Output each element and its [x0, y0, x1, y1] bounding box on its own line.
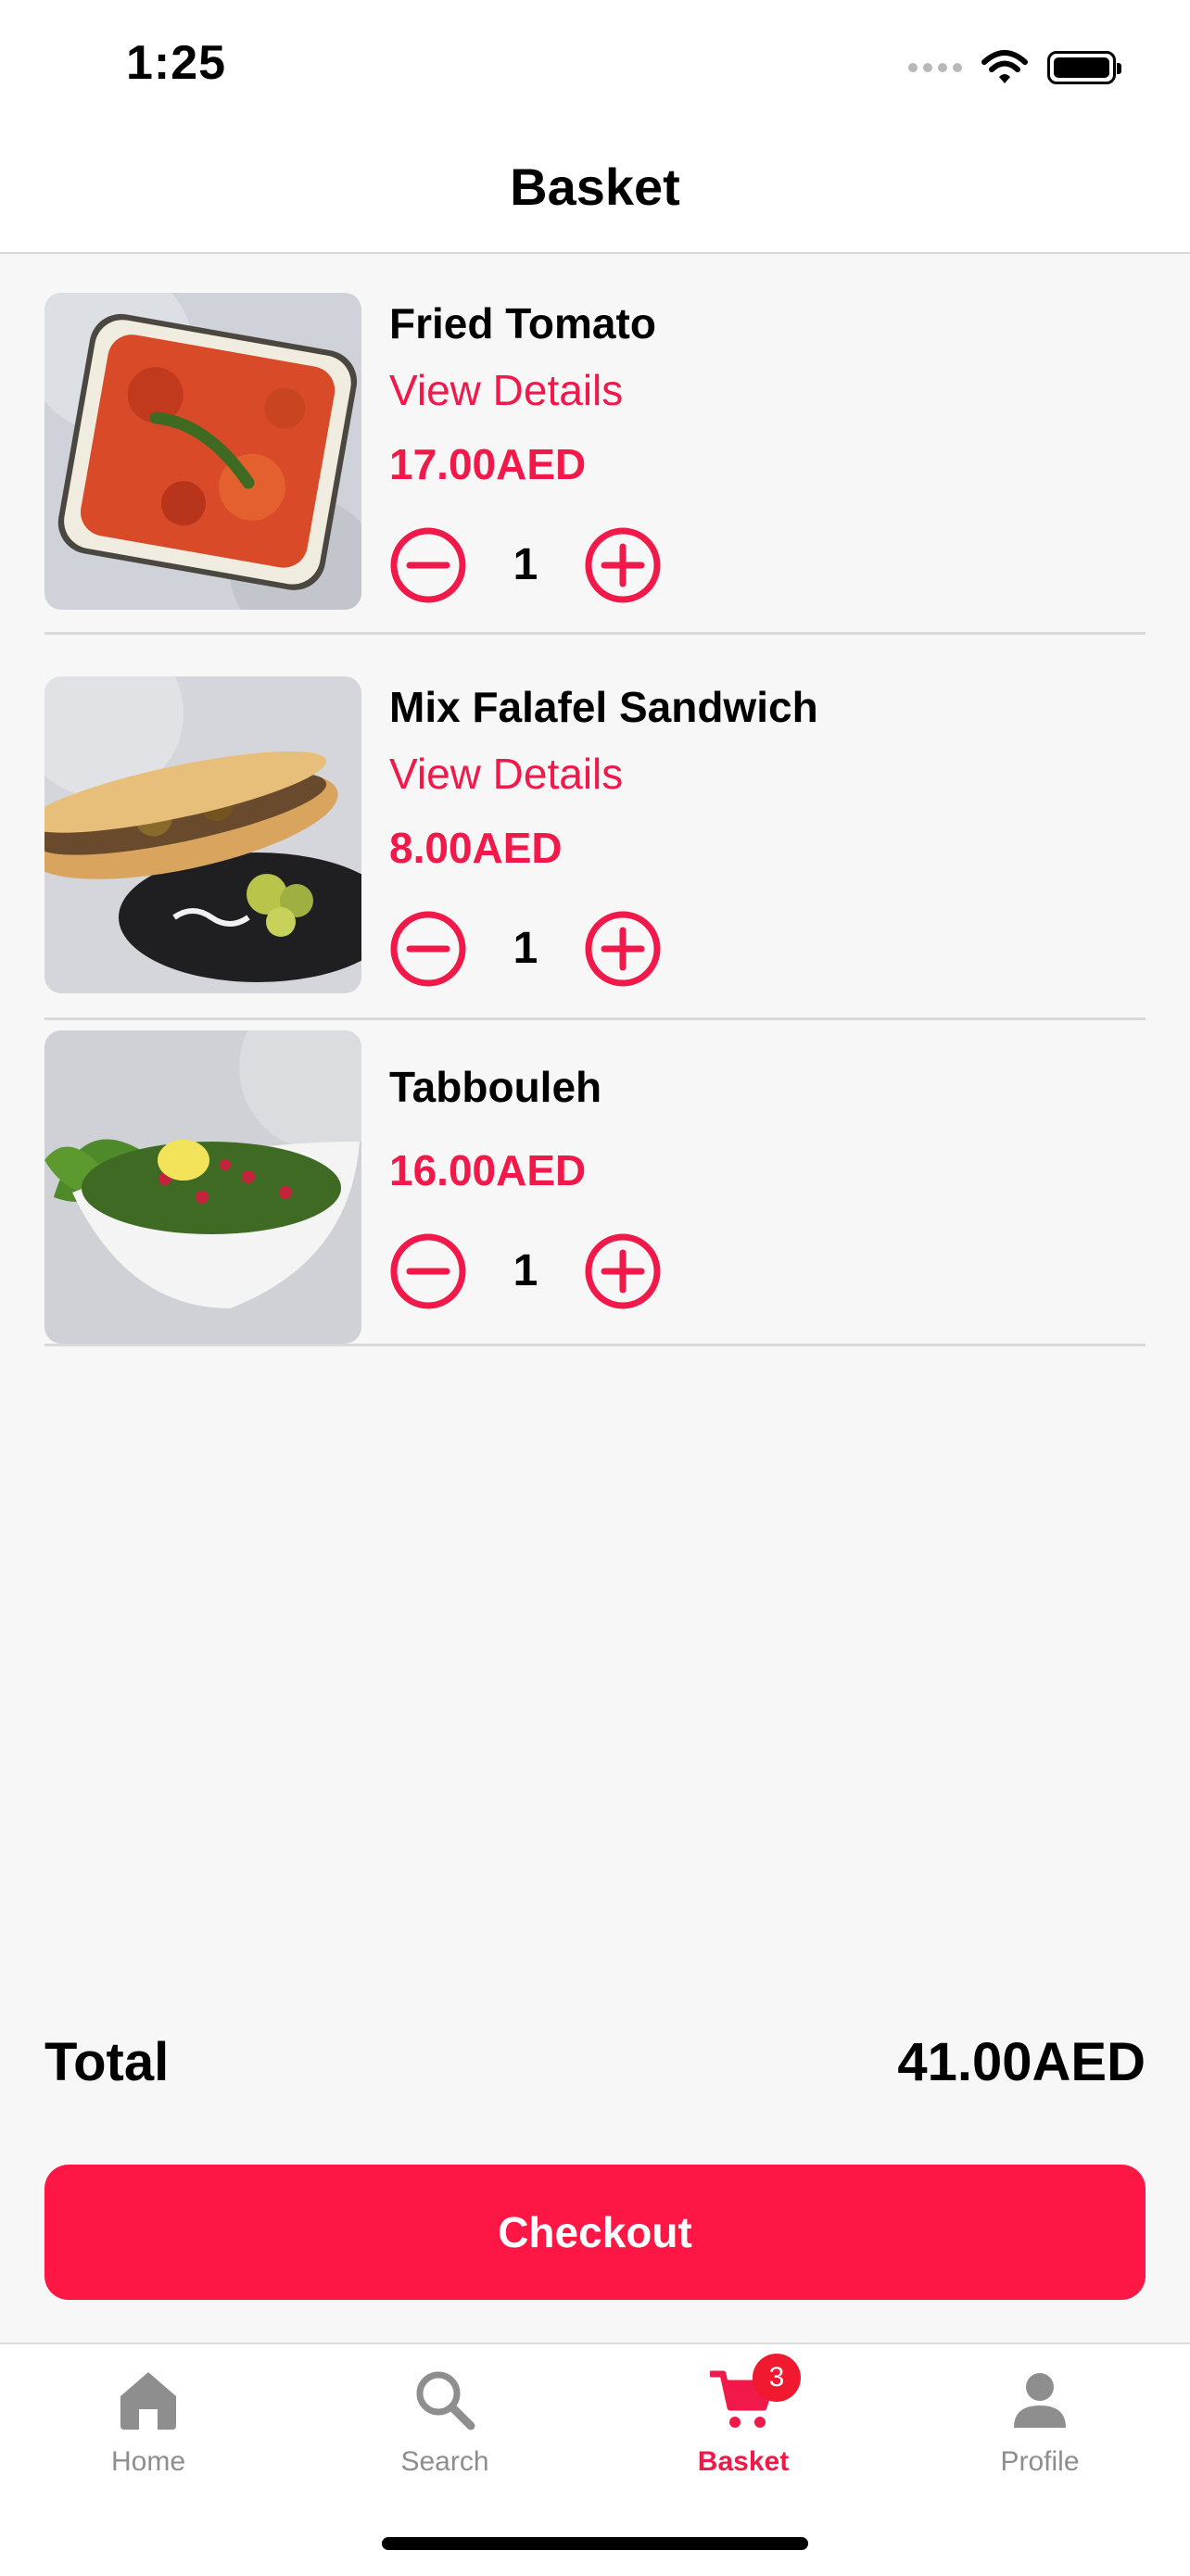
cellular-signal-icon: [908, 63, 962, 72]
page-title: Basket: [510, 157, 680, 216]
cart-count-badge: 3: [753, 2354, 801, 2402]
quantity-value: 1: [513, 924, 538, 973]
item-name: Fried Tomato: [389, 299, 656, 347]
battery-icon: [1047, 51, 1121, 84]
tab-label: Profile: [1000, 2446, 1080, 2477]
status-bar: 1:25: [0, 0, 1190, 139]
basket-item: Tabbouleh 16.00AED 1: [44, 1030, 1146, 1346]
header: Basket: [0, 139, 1190, 254]
decrease-quantity-button[interactable]: [389, 1232, 467, 1310]
tab-profile[interactable]: Profile: [947, 2367, 1133, 2506]
item-image: [44, 1030, 361, 1344]
tab-label: Search: [400, 2446, 489, 2477]
quantity-stepper: 1: [389, 1232, 667, 1310]
decrease-quantity-button[interactable]: [389, 526, 467, 604]
home-indicator[interactable]: [382, 2537, 808, 2550]
decrease-quantity-button[interactable]: [389, 910, 467, 988]
item-image: [44, 293, 361, 610]
tab-search[interactable]: Search: [352, 2367, 538, 2506]
home-icon: [120, 2372, 176, 2430]
item-price: 16.00AED: [389, 1146, 587, 1194]
item-image: [44, 676, 361, 993]
increase-quantity-button[interactable]: [584, 1232, 662, 1310]
item-price: 17.00AED: [389, 440, 587, 488]
increase-quantity-button[interactable]: [584, 910, 662, 988]
status-time: 1:25: [126, 36, 227, 90]
view-details-link[interactable]: View Details: [389, 749, 623, 799]
profile-icon: [1014, 2373, 1066, 2428]
item-price: 8.00AED: [389, 824, 563, 872]
view-details-link[interactable]: View Details: [389, 365, 623, 415]
status-icons: [908, 44, 1121, 91]
total-label: Total: [44, 2032, 170, 2092]
checkout-button[interactable]: Checkout: [44, 2165, 1146, 2300]
total-value: 41.00AED: [897, 2032, 1146, 2092]
basket-item: Fried Tomato View Details 17.00AED 1: [44, 293, 1146, 635]
tab-basket[interactable]: 3 Basket: [651, 2354, 836, 2506]
increase-quantity-button[interactable]: [584, 526, 662, 604]
tab-home[interactable]: Home: [56, 2367, 241, 2506]
wifi-icon: [981, 50, 1028, 83]
cart-icon-wrapper: 3: [708, 2354, 801, 2433]
basket-item: Mix Falafel Sandwich View Details 8.00AE…: [44, 676, 1146, 1020]
item-name: Mix Falafel Sandwich: [389, 683, 818, 731]
quantity-stepper: 1: [389, 526, 667, 604]
tab-label: Home: [110, 2446, 186, 2477]
quantity-value: 1: [513, 540, 538, 589]
item-name: Tabbouleh: [389, 1063, 602, 1111]
quantity-value: 1: [513, 1246, 538, 1295]
quantity-stepper: 1: [389, 910, 667, 988]
search-icon: [416, 2371, 475, 2431]
tab-label: Basket: [697, 2446, 790, 2477]
